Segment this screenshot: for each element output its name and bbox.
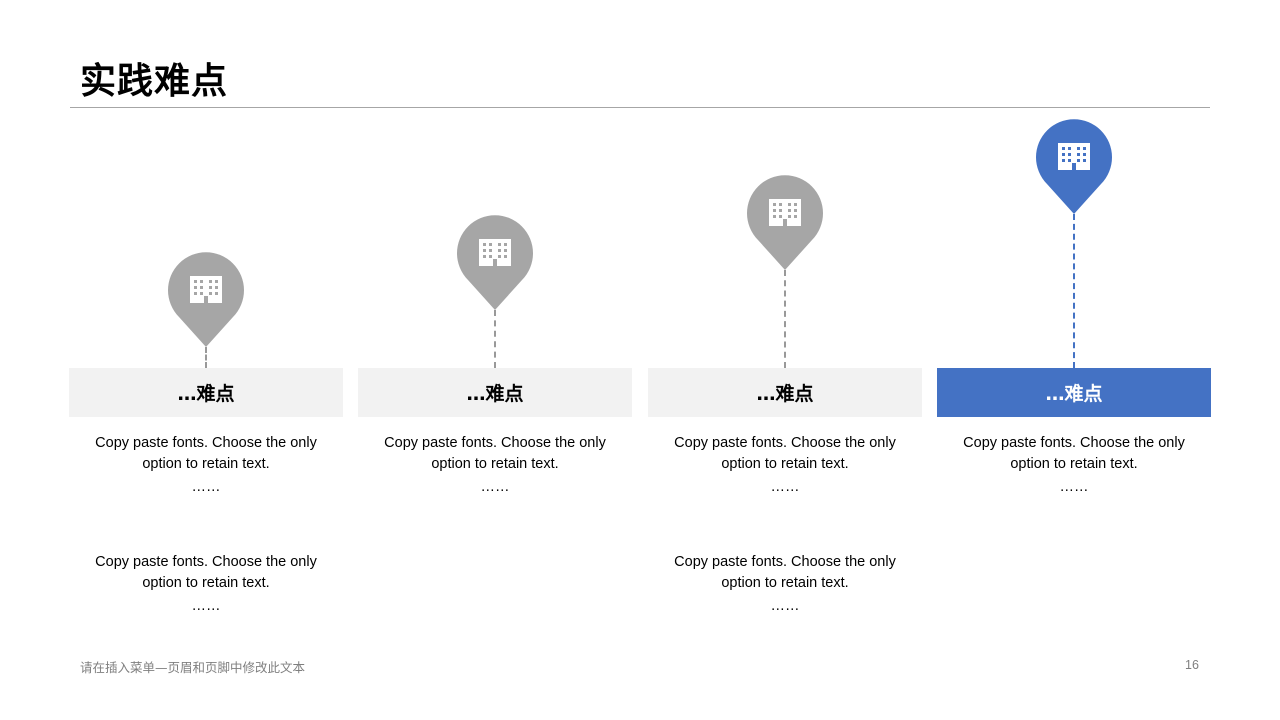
description-line: Copy paste fonts. Choose the only: [674, 435, 896, 451]
description-line: Copy paste fonts. Choose the only: [963, 435, 1185, 451]
description-item: Copy paste fonts. Choose the only option…: [648, 552, 922, 618]
building-icon: [769, 199, 801, 226]
building-icon: [479, 239, 511, 266]
ellipsis: ……: [770, 479, 800, 495]
map-pin: [456, 214, 534, 312]
building-icon: [190, 276, 222, 303]
map-pin: [167, 251, 245, 349]
ellipsis: ……: [191, 479, 221, 495]
description-item: Copy paste fonts. Choose the only option…: [69, 433, 343, 499]
ellipsis: ……: [1059, 479, 1089, 495]
dashed-connector: [205, 347, 207, 368]
description-item: Copy paste fonts. Choose the only option…: [69, 552, 343, 618]
description-item: Copy paste fonts. Choose the only option…: [648, 433, 922, 499]
ellipsis: ……: [191, 598, 221, 614]
description-line: option to retain text.: [142, 456, 270, 472]
page-number: 16: [1185, 658, 1199, 672]
description-line: Copy paste fonts. Choose the only: [674, 554, 896, 570]
description-line: Copy paste fonts. Choose the only: [95, 435, 317, 451]
dashed-connector: [1073, 214, 1075, 368]
description-line: Copy paste fonts. Choose the only: [384, 435, 606, 451]
description-line: Copy paste fonts. Choose the only: [95, 554, 317, 570]
description-item: Copy paste fonts. Choose the only option…: [937, 433, 1211, 499]
difficulty-label: …难点: [69, 368, 343, 417]
dashed-connector: [494, 310, 496, 368]
difficulty-column-3: …难点 Copy paste fonts. Choose the only op…: [648, 0, 922, 720]
difficulty-label: …难点: [358, 368, 632, 417]
ellipsis: ……: [770, 598, 800, 614]
building-icon: [1058, 143, 1090, 170]
map-pin: [746, 174, 824, 272]
difficulty-column-1: …难点 Copy paste fonts. Choose the only op…: [69, 0, 343, 720]
difficulty-column-4: …难点 Copy paste fonts. Choose the only op…: [937, 0, 1211, 720]
description-line: option to retain text.: [431, 456, 559, 472]
description-line: option to retain text.: [721, 575, 849, 591]
description-line: option to retain text.: [1010, 456, 1138, 472]
map-pin: [1035, 118, 1113, 216]
description-line: option to retain text.: [142, 575, 270, 591]
description-line: option to retain text.: [721, 456, 849, 472]
ellipsis: ……: [480, 479, 510, 495]
description-item: Copy paste fonts. Choose the only option…: [358, 433, 632, 499]
footer-text: 请在插入菜单—页眉和页脚中修改此文本: [80, 660, 306, 675]
difficulty-label: …难点: [937, 368, 1211, 417]
difficulty-column-2: …难点 Copy paste fonts. Choose the only op…: [358, 0, 632, 720]
dashed-connector: [784, 270, 786, 368]
difficulty-label: …难点: [648, 368, 922, 417]
